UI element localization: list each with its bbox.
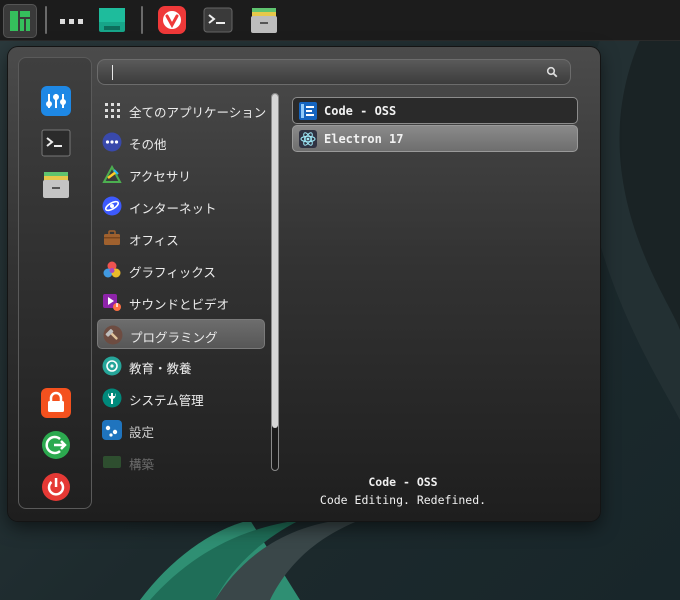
- grid-icon: [105, 103, 120, 118]
- category-build[interactable]: 構築: [97, 447, 265, 473]
- text-cursor: [112, 65, 113, 80]
- accessories-icon: [102, 164, 122, 183]
- search-icon[interactable]: [546, 66, 558, 78]
- category-label: 全てのアプリケーション: [129, 105, 267, 120]
- app-info-description: Code Editing. Redefined.: [319, 493, 487, 507]
- category-label: サウンドとビデオ: [129, 297, 230, 312]
- category-settings[interactable]: 設定: [97, 415, 265, 445]
- scrollbar-thumb[interactable]: [272, 94, 278, 428]
- category-education[interactable]: 教育・教養: [97, 351, 265, 381]
- category-graphics[interactable]: グラフィックス: [97, 255, 265, 285]
- search-input[interactable]: [108, 63, 532, 83]
- category-all[interactable]: 全てのアプリケーション: [97, 95, 267, 125]
- files-green-icon[interactable]: [96, 4, 128, 36]
- category-other[interactable]: その他: [97, 127, 265, 157]
- category-programming[interactable]: プログラミング: [97, 319, 265, 349]
- search-box: [97, 59, 571, 85]
- vscode-icon: [299, 102, 317, 120]
- category-label: グラフィックス: [129, 265, 216, 280]
- category-label: インターネット: [129, 201, 217, 216]
- application-menu: 全てのアプリケーション その他 アクセサリ インターネット オフィス グラフィッ…: [8, 47, 600, 521]
- settings-manager-icon[interactable]: [41, 86, 71, 116]
- manjaro-logo-icon[interactable]: [3, 4, 37, 38]
- app-item-code-oss[interactable]: Code - OSS: [292, 97, 578, 124]
- panel-separator: [141, 6, 143, 34]
- electron-icon: [299, 130, 317, 148]
- app-item-electron[interactable]: Electron 17: [292, 125, 578, 152]
- window-list-icon[interactable]: [56, 4, 88, 36]
- category-label: その他: [129, 137, 167, 152]
- panel-separator: [45, 6, 47, 34]
- category-multimedia[interactable]: サウンドとビデオ: [97, 287, 265, 317]
- category-list: 全てのアプリケーション その他 アクセサリ インターネット オフィス グラフィッ…: [97, 93, 267, 473]
- graphics-icon: [103, 261, 121, 278]
- lock-icon[interactable]: [41, 388, 71, 418]
- terminal-icon[interactable]: [202, 4, 234, 36]
- app-label: Electron 17: [324, 132, 404, 146]
- power-icon[interactable]: [41, 472, 71, 502]
- file-manager-icon[interactable]: [41, 170, 71, 200]
- category-label: アクセサリ: [129, 169, 191, 184]
- category-scrollbar[interactable]: [271, 93, 279, 471]
- education-icon: [102, 356, 122, 376]
- category-label: 設定: [129, 425, 155, 440]
- app-info: Code - OSS Code Editing. Redefined.: [248, 475, 558, 507]
- build-icon: [103, 456, 121, 468]
- multimedia-icon: [103, 294, 121, 311]
- internet-icon: [102, 196, 122, 216]
- system-icon: [102, 388, 122, 408]
- office-icon: [104, 230, 120, 245]
- category-accessories[interactable]: アクセサリ: [97, 159, 265, 189]
- category-internet[interactable]: インターネット: [97, 191, 265, 221]
- vivaldi-browser-icon[interactable]: [156, 4, 188, 36]
- favorites-bar: [18, 57, 92, 509]
- category-label: 教育・教養: [129, 361, 192, 376]
- logout-icon[interactable]: [41, 430, 71, 460]
- settings-icon: [102, 420, 122, 440]
- category-label: プログラミング: [130, 330, 218, 345]
- more-icon: [102, 132, 122, 152]
- app-info-title: Code - OSS: [368, 475, 438, 489]
- terminal-icon[interactable]: [41, 128, 71, 158]
- file-cabinet-icon[interactable]: [248, 4, 280, 36]
- category-label: 構築: [129, 457, 155, 472]
- programming-icon: [103, 325, 123, 345]
- category-label: オフィス: [129, 233, 179, 248]
- top-panel: [0, 0, 680, 41]
- app-label: Code - OSS: [324, 104, 397, 118]
- category-label: システム管理: [129, 393, 204, 408]
- category-system[interactable]: システム管理: [97, 383, 265, 413]
- category-office[interactable]: オフィス: [97, 223, 265, 253]
